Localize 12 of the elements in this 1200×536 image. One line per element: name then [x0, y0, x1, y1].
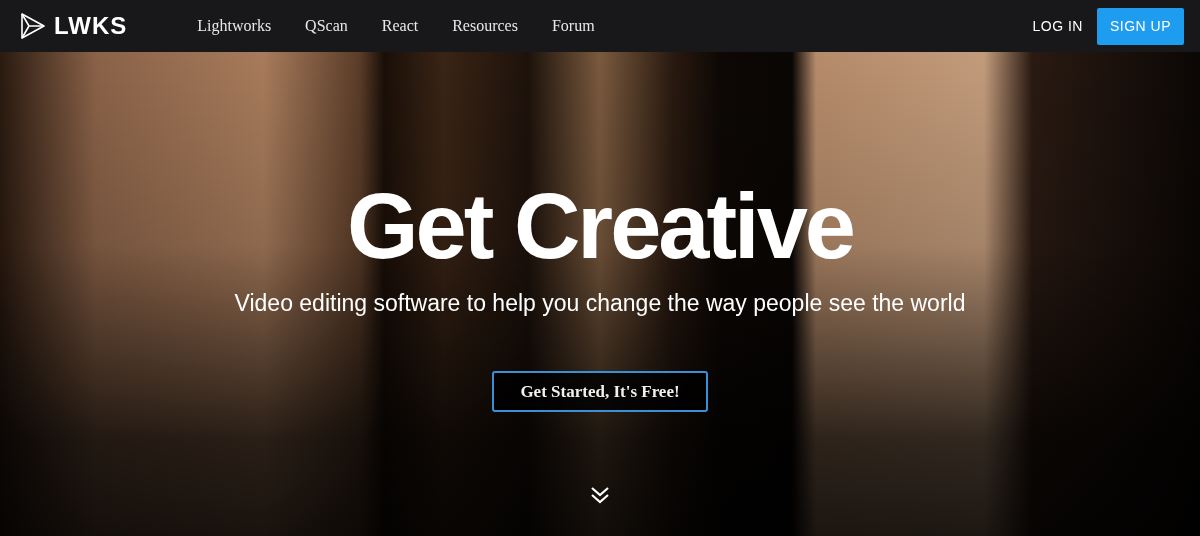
- nav-link[interactable]: React: [381, 14, 419, 38]
- nav-link[interactable]: Forum: [551, 14, 595, 38]
- get-started-button[interactable]: Get Started, It's Free!: [492, 370, 708, 412]
- login-link[interactable]: LOG IN: [1032, 15, 1083, 37]
- nav-link[interactable]: Lightworks: [197, 14, 272, 38]
- nav-link[interactable]: Resources: [452, 14, 518, 38]
- play-icon: [20, 12, 46, 40]
- double-chevron-down-icon[interactable]: [590, 486, 610, 504]
- hero-title: Get Creative: [347, 180, 853, 272]
- nav-link[interactable]: QScan: [305, 14, 348, 38]
- hero-subtitle: Video editing software to help you change the way people see the world: [234, 289, 966, 318]
- logo[interactable]: LWKS: [20, 8, 128, 44]
